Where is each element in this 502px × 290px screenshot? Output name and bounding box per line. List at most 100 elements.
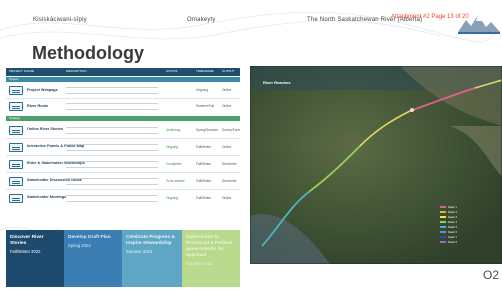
row-output: December xyxy=(222,162,237,166)
row-timeframe: Fall/Winter xyxy=(196,162,212,166)
timeline-stage: Discover River Stories Fall/Winter 2022 xyxy=(6,230,64,287)
row-timeframe: Fall/Winter xyxy=(196,196,212,200)
section-label-text: Strategy xyxy=(9,116,21,120)
webpage-icon xyxy=(9,86,23,95)
row-status: Ongoing xyxy=(166,196,179,200)
row-name: River Route xyxy=(27,104,49,108)
row-timeframe: Ongoing xyxy=(196,88,209,92)
methodology-table: PROJECT PHASE DESCRIPTION STATUS TIMEFRA… xyxy=(6,68,240,216)
timeline-stage-title: Celebrate Progress & Inspire Stewardship xyxy=(126,235,175,246)
project-timeline: Discover River Stories Fall/Winter 2022 … xyxy=(6,230,240,287)
page-title: Methodology xyxy=(32,43,144,63)
legend-label: Reach 4 xyxy=(448,221,457,224)
timeline-stage-title: Submission to Provincial & Federal gover… xyxy=(186,235,233,258)
table-header: PROJECT PHASE DESCRIPTION STATUS TIMEFRA… xyxy=(6,68,240,76)
legend-label: Reach 6 xyxy=(448,231,457,234)
row-output: December xyxy=(222,179,237,183)
table-row: Project Webpage Ongoing Online xyxy=(6,83,240,99)
timeline-stage: Develop Draft Plan Spring 2023 xyxy=(64,230,122,287)
column-header: DESCRIPTION xyxy=(66,69,87,73)
map-legend: Reach 1 Reach 2 Reach 3 Reach 4 Reach 5 Reach… xyxy=(440,206,502,246)
legend-swatch xyxy=(440,221,446,224)
route-icon xyxy=(9,102,23,111)
legend-label: Reach 7 xyxy=(448,236,457,239)
column-header: PROJECT PHASE xyxy=(9,69,34,73)
row-status: To be started xyxy=(166,179,185,183)
row-description xyxy=(66,178,158,185)
timeline-stage-date: Summer 2023 xyxy=(126,249,153,254)
meeting-icon xyxy=(9,194,23,203)
row-output: Online xyxy=(222,145,232,149)
row-name: Online River Stories xyxy=(27,127,64,131)
section-label-text: Project xyxy=(9,77,19,81)
timeline-stage-title: Develop Draft Plan xyxy=(68,235,111,240)
row-status: Ongoing xyxy=(166,145,179,149)
row-timeframe: Fall/Winter xyxy=(196,145,212,149)
legend-swatch xyxy=(440,211,446,214)
table-row: Elder & Stakeholder Workshops Completed … xyxy=(6,156,240,173)
table-row: Interactive Panels & Public Map Ongoing … xyxy=(6,139,240,156)
timeline-stage-title: Discover River Stories xyxy=(10,235,44,246)
legend-item: Reach 6 xyxy=(440,231,457,235)
row-name: Project Webpage xyxy=(27,88,58,92)
legend-swatch xyxy=(440,206,446,209)
legend-item: Reach 3 xyxy=(440,216,457,220)
mountain-logo-icon xyxy=(458,15,500,34)
legend-item: Reach 1 xyxy=(440,206,457,210)
table-row: Stakeholder Discussion Guide To be start… xyxy=(6,173,240,190)
timeline-stage-date: Spring 2023 xyxy=(68,243,91,248)
row-name: Stakeholder Meetings xyxy=(27,195,67,199)
row-status: Underway xyxy=(166,128,181,132)
column-header: TIMEFRAME xyxy=(196,69,214,73)
row-timeframe: Fall/Winter xyxy=(196,179,212,183)
legend-item: Reach 4 xyxy=(440,221,457,225)
row-description xyxy=(66,144,158,151)
legend-swatch xyxy=(440,236,446,239)
section-label: Strategy xyxy=(6,116,240,121)
map-title: River Reaches xyxy=(263,80,291,85)
column-header: OUTPUT xyxy=(222,69,235,73)
legend-item: Reach 2 xyxy=(440,211,457,215)
section-label: Project xyxy=(6,77,240,82)
header-left-text: Kisiskâciwani-sîpiy xyxy=(33,17,87,23)
row-description xyxy=(66,161,158,168)
legend-item: Reach 7 xyxy=(440,236,457,240)
guide-icon xyxy=(9,177,23,186)
timeline-stage: Submission to Provincial & Federal gover… xyxy=(182,230,240,287)
stories-icon xyxy=(9,126,23,135)
timeline-stage: Celebrate Progress & Inspire Stewardship… xyxy=(122,230,182,287)
row-output: Online xyxy=(222,104,232,108)
page-number: O2 xyxy=(483,268,500,282)
timeline-stage-date: Fall/Winter 2022 xyxy=(10,249,41,254)
table-row: Stakeholder Meetings Ongoing Fall/Winter… xyxy=(6,190,240,207)
row-output: Online xyxy=(222,88,232,92)
row-description xyxy=(66,87,158,94)
table-row: Online River Stories Underway Spring/Sum… xyxy=(6,122,240,139)
timeline-stage-date: Summer 2023 xyxy=(186,261,213,266)
legend-swatch xyxy=(440,216,446,219)
row-description xyxy=(66,103,158,110)
column-header: STATUS xyxy=(166,69,178,73)
legend-label: Reach 1 xyxy=(448,206,457,209)
row-timeframe: Summer/Fall xyxy=(196,104,215,108)
row-output: Survey/Form xyxy=(222,128,241,132)
row-description xyxy=(66,195,158,202)
legend-label: Reach 3 xyxy=(448,216,457,219)
workshop-icon xyxy=(9,160,23,169)
legend-swatch xyxy=(440,241,446,244)
row-status: Completed xyxy=(166,162,182,166)
legend-item: Reach 5 xyxy=(440,226,457,230)
header-bar: Kisiskâciwani-sîpiy Omakeyty The North S… xyxy=(0,0,502,44)
legend-item: Reach 8 xyxy=(440,241,457,245)
table-row: River Route Summer/Fall Online xyxy=(6,99,240,115)
legend-swatch xyxy=(440,226,446,229)
legend-label: Reach 5 xyxy=(448,226,457,229)
legend-swatch xyxy=(440,231,446,234)
legend-label: Reach 8 xyxy=(448,241,457,244)
header-middle-text: Omakeyty xyxy=(187,17,216,23)
river-reaches-map: River Reaches Reach 1 Reach 2 Reach 3 Reach… xyxy=(250,66,502,264)
map-panel-icon xyxy=(9,143,23,152)
row-description xyxy=(66,127,158,134)
legend-label: Reach 2 xyxy=(448,211,457,214)
row-output: Online xyxy=(222,196,232,200)
